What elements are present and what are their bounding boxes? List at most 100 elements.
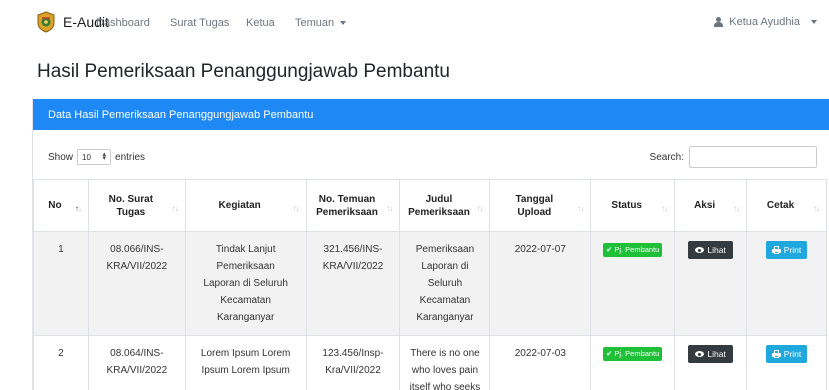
card-header: Data Hasil Pemeriksaan Penanggungjawab P… [33,99,829,130]
print-button-label: Print [783,245,802,255]
col-header-judul[interactable]: Judul Pemeriksaan ↑↓ [399,179,491,232]
sort-icon: ↑↓ [171,204,179,213]
check-icon: ✔ [606,245,613,254]
cell-surat-line: KRA/VII/2022 [106,261,168,272]
cell-cetak: Print [746,231,827,336]
sort-icon: ↑↓ [292,204,300,213]
table-row: 1 08.066/INS- KRA/VII/2022 Tindak Lanjut… [33,231,827,336]
col-header-aksi[interactable]: Aksi ↑↓ [674,179,748,232]
cell-judul-line: who loves pain [411,365,479,376]
nav-temuan-label: Temuan [295,17,335,29]
search-label: Search: [649,151,684,163]
cell-surat-line: 08.064/INS- [110,348,164,359]
lihat-button-label: Lihat [707,349,726,359]
lihat-button-label: Lihat [707,245,726,255]
cell-temuan-line: Kra/VII/2022 [325,365,381,376]
col-header-tanggal[interactable]: Tanggal Upload ↑↓ [489,179,592,232]
sort-icon: ↑↓ [386,204,393,213]
table-header-row: No ↑↓ No. Surat Tugas ↑↓ Kegiatan ↑↓ No.… [33,179,827,232]
nav-ketua[interactable]: Ketua [246,17,275,29]
caret-down-icon [811,20,817,24]
check-icon: ✔ [606,349,613,358]
cell-temuan-line: 321.456/INS- [323,244,383,255]
col-aksi-label: Aksi [694,200,716,211]
cell-surat: 08.064/INS- KRA/VII/2022 [87,335,186,390]
entries-label: entries [115,151,146,163]
lihat-button[interactable]: Lihat [688,345,733,363]
cell-surat-line: KRA/VII/2022 [106,365,168,376]
data-table: No ↑↓ No. Surat Tugas ↑↓ Kegiatan ↑↓ No.… [33,179,827,390]
lihat-button[interactable]: Lihat [688,241,733,259]
col-header-surat[interactable]: No. Surat Tugas ↑↓ [87,179,186,232]
cell-status: ✔ Pj. Pembantu [590,335,676,390]
cell-aksi: Lihat [674,231,748,336]
data-card: Data Hasil Pemeriksaan Penanggungjawab P… [32,99,829,390]
col-cetak-label: Cetak [766,200,795,211]
col-no-label: No [48,200,62,211]
print-button[interactable]: Print [765,241,808,259]
cell-judul: Pemeriksaan Laporan di Seluruh Kecamatan… [399,231,491,336]
cell-kegiatan-line: Laporan di Seluruh [203,278,288,289]
col-header-kegiatan[interactable]: Kegiatan ↑↓ [184,179,307,232]
col-header-no[interactable]: No ↑↓ [33,179,89,232]
entries-select-value: 10 [82,152,91,162]
sort-icon: ↑↓ [476,204,483,213]
select-updown-icon: ▴ ▾ [102,151,107,162]
cell-kegiatan-line: Lorem Ipsum Lorem [200,348,291,359]
print-button-label: Print [783,349,802,359]
status-badge: ✔ Pj. Pembantu [603,243,663,257]
cell-temuan-line: 123.456/Insp- [322,348,384,359]
cell-cetak: Print [746,335,827,390]
entries-select[interactable]: 10 ▴ ▾ [77,149,112,165]
cell-tanggal: 2022-07-03 [489,335,592,390]
caret-down-icon [340,21,347,26]
col-header-cetak[interactable]: Cetak ↑↓ [746,179,827,232]
entries-length-control: Show 10 ▴ ▾ entries [48,149,145,165]
user-name: Ketua Ayudhia [729,16,800,28]
cell-surat: 08.066/INS- KRA/VII/2022 [87,231,186,336]
cell-temuan: 321.456/INS- KRA/VII/2022 [305,231,401,336]
cell-kegiatan-line: Tindak Lanjut [215,244,276,255]
cell-surat-line: 08.066/INS- [110,244,164,255]
col-tanggal-label-1: Tanggal [515,193,554,205]
table-row: 2 08.064/INS- KRA/VII/2022 Lorem Ipsum L… [33,335,827,390]
cell-judul-line: Laporan di [421,261,469,272]
status-badge-label: Pj. Pembantu [614,245,660,254]
col-temuan-label-2: Pemeriksaan [316,206,378,218]
nav-dashboard[interactable]: Dashboard [96,17,150,29]
col-header-status[interactable]: Status ↑↓ [590,179,676,232]
col-kegiatan-label: Kegiatan [218,200,261,211]
search-input[interactable] [689,146,817,168]
col-surat-label-2: Tugas [116,206,146,218]
col-judul-label-2: Pemeriksaan [408,206,470,218]
nav-surat-tugas[interactable]: Surat Tugas [170,17,229,29]
eye-icon [695,351,705,357]
nav-temuan-dropdown[interactable]: Temuan [295,17,347,29]
cell-judul-line: Kecamatan [419,295,471,306]
user-menu[interactable]: Ketua Ayudhia [713,16,817,28]
cell-judul-line: There is no one [410,348,480,359]
col-tanggal-label-2: Upload [517,206,552,218]
cell-aksi: Lihat [674,335,748,390]
col-judul-label-1: Judul [425,193,453,205]
cell-kegiatan-line: Ipsum Lorem Ipsum [201,365,290,376]
cell-judul-line: Pemeriksaan [415,244,475,255]
print-button[interactable]: Print [765,345,808,363]
cell-kegiatan-line: Pemeriksaan [216,261,275,272]
cell-judul: There is no one who loves pain itself wh… [399,335,491,390]
cell-no: 2 [33,335,89,390]
sort-icon: ↑↓ [733,204,740,213]
user-icon [713,16,724,28]
col-surat-label-1: No. Surat [108,193,154,205]
printer-icon [771,246,781,254]
cell-judul-line: Seluruh [427,278,463,289]
cell-judul-line: Karanganyar [416,312,474,323]
col-header-temuan[interactable]: No. Temuan Pemeriksaan ↑↓ [305,179,401,232]
cell-judul-line: itself who seeks [409,382,481,390]
sort-icon: ↑↓ [577,204,584,213]
cell-status: ✔ Pj. Pembantu [590,231,676,336]
cell-temuan: 123.456/Insp- Kra/VII/2022 [305,335,401,390]
search-control: Search: [650,146,817,168]
e-audit-logo-icon[interactable] [36,11,56,33]
navbar: E-Audit Dashboard Surat Tugas Ketua Temu… [0,0,829,46]
